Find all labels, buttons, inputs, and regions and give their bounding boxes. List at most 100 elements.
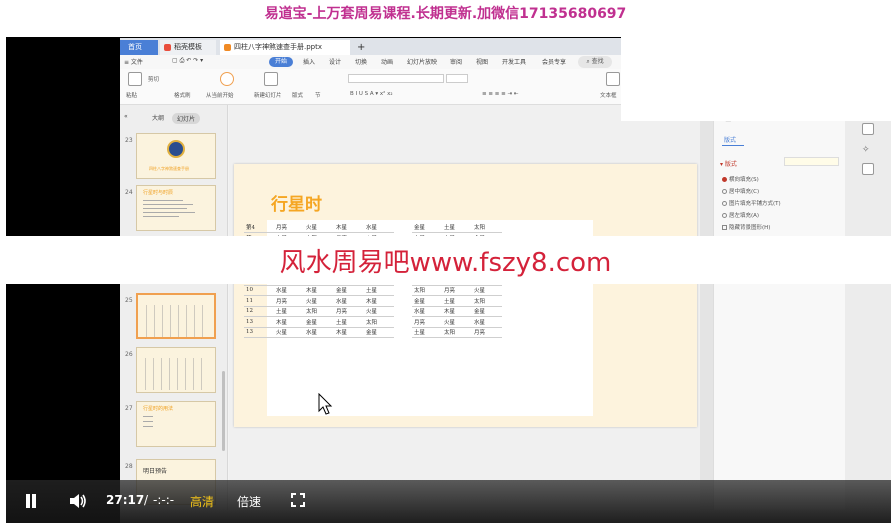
table-cell: 土星 bbox=[364, 285, 394, 296]
slides-panel-scrollbar[interactable] bbox=[222, 371, 225, 451]
layers-icon[interactable] bbox=[862, 163, 874, 175]
format-pane-section[interactable]: ▾ 版式 bbox=[720, 159, 737, 168]
slide-thumbnail[interactable] bbox=[136, 347, 216, 393]
table-row: 12 土星 太阳 月亮 火星 水星 木星 金星 bbox=[244, 306, 502, 317]
quality-button[interactable]: 高清 bbox=[190, 493, 214, 510]
table-cell: 太阳 bbox=[412, 285, 442, 296]
fill-option-label: 居左填充(A) bbox=[729, 213, 760, 219]
menu-design[interactable]: 设计 bbox=[329, 57, 341, 66]
table-cell: 水星 bbox=[472, 316, 502, 328]
slides-panel-tabs: « 大纲 幻灯片 bbox=[120, 105, 228, 129]
paragraph-icons[interactable]: ≡ ≡ ≡ ≡ ⇥ ⇤ bbox=[482, 91, 518, 97]
menu-view[interactable]: 视图 bbox=[476, 57, 488, 66]
hide-background-option[interactable]: 隐藏背景图形(H) bbox=[722, 223, 770, 231]
save-icon[interactable]: ▢ ⎙ ↶ ↷ ▾ bbox=[172, 57, 203, 65]
menu-insert[interactable]: 插入 bbox=[303, 57, 315, 66]
site-watermark: 风水周易吧www.fszy8.com bbox=[279, 248, 612, 278]
table-cell: 月亮 bbox=[334, 306, 364, 317]
search-label: 查找 bbox=[591, 58, 604, 65]
screenshot-root: 易道宝-上万套周易课程.长期更新.加微信17135680697 首页 稻壳模板 … bbox=[0, 0, 891, 523]
fill-option-label: 居中填充(C) bbox=[729, 189, 760, 195]
table-cell: 火星 bbox=[442, 316, 472, 328]
overlay-patch bbox=[621, 23, 891, 121]
properties-icon[interactable] bbox=[862, 123, 874, 135]
tab-document[interactable]: 四柱八字神煞速查手册.pptx bbox=[220, 40, 350, 55]
cut-label[interactable]: 剪切 bbox=[148, 75, 159, 83]
font-name-field[interactable] bbox=[348, 74, 444, 83]
table-cell: 木星 bbox=[334, 222, 364, 233]
fill-option-left[interactable]: 居左填充(A) bbox=[722, 211, 759, 219]
canvas-scrollbar[interactable] bbox=[700, 105, 713, 523]
tab-slides[interactable]: 幻灯片 bbox=[172, 113, 201, 124]
textbox-label: 文本框 bbox=[600, 93, 617, 99]
table-cell: 11 bbox=[244, 295, 274, 307]
tab-home[interactable]: 首页 bbox=[120, 40, 158, 55]
fill-option-tile[interactable]: 图片填充平铺方式(T) bbox=[722, 199, 781, 207]
thumb-text-line bbox=[143, 200, 183, 201]
layout-label[interactable]: 版式 bbox=[292, 91, 303, 99]
menu-animation[interactable]: 动画 bbox=[381, 57, 393, 66]
menu-transition[interactable]: 切换 bbox=[355, 57, 367, 66]
font-size-field[interactable] bbox=[446, 74, 468, 83]
table-cell: 太阳 bbox=[304, 306, 334, 317]
radio-icon bbox=[722, 189, 727, 194]
table-cell: 水星 bbox=[304, 327, 334, 338]
slide-thumbnail[interactable]: 行星时的用法 bbox=[136, 401, 216, 447]
new-tab-button[interactable]: + bbox=[354, 40, 368, 55]
table-cell: 火星 bbox=[304, 295, 334, 307]
paste-icon[interactable] bbox=[128, 72, 142, 86]
textbox-icon[interactable] bbox=[606, 72, 620, 86]
slide-thumbnail-selected[interactable] bbox=[136, 293, 216, 339]
fill-option-stretch[interactable]: 横向填充(S) bbox=[722, 175, 759, 183]
mouse-cursor-icon bbox=[318, 393, 333, 415]
menu-slideshow[interactable]: 幻灯片放映 bbox=[407, 57, 437, 66]
menu-start[interactable]: 开始 bbox=[269, 57, 293, 67]
new-slide-icon[interactable] bbox=[264, 72, 278, 86]
pin-icon[interactable]: ✧ bbox=[862, 145, 874, 157]
thumb-text-line bbox=[143, 421, 153, 422]
table-cell: 太阳 bbox=[364, 316, 394, 328]
format-painter-label[interactable]: 格式刷 bbox=[174, 91, 191, 99]
table-cell: 13 bbox=[244, 327, 274, 338]
menu-review[interactable]: 审阅 bbox=[450, 57, 462, 66]
format-pane-title[interactable]: 版式 bbox=[724, 135, 736, 144]
play-from-current-icon[interactable] bbox=[220, 72, 234, 86]
ppt-file-icon bbox=[224, 44, 231, 51]
table-cell: 火星 bbox=[304, 222, 334, 233]
table-cell: 金星 bbox=[472, 306, 502, 317]
fill-option-center[interactable]: 居中填充(C) bbox=[722, 187, 759, 195]
table-row: 10 水星 木星 金星 土星 太阳 月亮 火星 bbox=[244, 285, 502, 296]
fill-type-select[interactable] bbox=[784, 157, 839, 166]
side-toolbar: ✧ bbox=[845, 105, 891, 523]
play-from-current-label: 从当前开始 bbox=[206, 93, 234, 99]
slide-canvas: 行星时 第4月亮火星木星水星金星土星太阳第5土星太阳月亮火星水星木星金星第6木星… bbox=[229, 105, 713, 523]
format-pane-tab-underline bbox=[722, 145, 744, 146]
table-cell: 第4 bbox=[244, 222, 274, 233]
table-cell: 月亮 bbox=[412, 316, 442, 328]
playback-speed-button[interactable]: 倍速 bbox=[237, 493, 261, 510]
table-cell: 金星 bbox=[334, 285, 364, 296]
pause-icon[interactable] bbox=[24, 494, 38, 508]
current-slide[interactable]: 行星时 第4月亮火星木星水星金星土星太阳第5土星太阳月亮火星水星木星金星第6木星… bbox=[234, 164, 697, 427]
search-button[interactable]: ⌕ 查找 bbox=[578, 56, 612, 68]
collapse-panel-icon[interactable]: « bbox=[124, 113, 128, 120]
section-label[interactable]: 节 bbox=[315, 91, 321, 99]
table-cell: 土星 bbox=[442, 222, 472, 233]
checkbox-icon bbox=[722, 225, 727, 230]
volume-icon[interactable] bbox=[68, 492, 88, 510]
table-cell: 土星 bbox=[274, 306, 304, 317]
table-cell: 火星 bbox=[364, 306, 394, 317]
thumb-table bbox=[146, 305, 206, 337]
tab-templates[interactable]: 稻壳模板 bbox=[160, 40, 216, 55]
menu-member[interactable]: 会员专享 bbox=[542, 57, 566, 66]
menu-devtools[interactable]: 开发工具 bbox=[502, 57, 526, 66]
slide-thumbnail[interactable]: 行星时与时辰 bbox=[136, 185, 216, 231]
table-row: 11 月亮 火星 水星 木星 金星 土星 太阳 bbox=[244, 295, 502, 307]
slide-thumbnail[interactable]: 四柱八字神煞速查手册 bbox=[136, 133, 216, 179]
menu-file[interactable]: ≡ 文件 bbox=[124, 57, 143, 66]
font-format-icons[interactable]: B I U S A ▾ x² x₂ bbox=[350, 91, 393, 97]
fill-option-label: 图片填充平铺方式(T) bbox=[729, 201, 781, 207]
table-cell: 金星 bbox=[412, 295, 442, 307]
tab-outline[interactable]: 大纲 bbox=[152, 113, 164, 122]
fullscreen-icon[interactable] bbox=[291, 493, 305, 507]
